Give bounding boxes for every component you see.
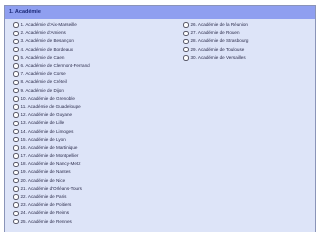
radio-button[interactable]	[13, 202, 19, 208]
radio-option[interactable]: 8. Académie de Créteil	[13, 78, 90, 86]
radio-button[interactable]	[13, 104, 19, 110]
radio-option[interactable]: 17. Académie de Montpellier	[13, 152, 90, 160]
radio-option[interactable]: 24. Académie de Reims	[13, 209, 90, 217]
options-column-right: 26. Académie de la Réunion 27. Académie d…	[183, 21, 248, 62]
radio-button[interactable]	[13, 63, 19, 69]
radio-option[interactable]: 23. Académie de Poitiers	[13, 201, 90, 209]
radio-option-label: 21. Académie d'Orléans-Tours	[20, 185, 82, 191]
radio-option-label: 10. Académie de Grenoble	[20, 95, 75, 101]
radio-option-label: 4. Académie de Bordeaux	[20, 46, 74, 52]
radio-option-label: 5. Académie de Caen	[20, 54, 65, 60]
radio-option-label: 11. Académie de Guadeloupe	[20, 103, 81, 109]
radio-option-label: 14. Académie de Limoges	[20, 128, 74, 134]
question-panel: 1. Académie 1. Académie d'Aix-Marseille 2…	[4, 5, 316, 232]
radio-button[interactable]	[183, 55, 189, 61]
radio-option[interactable]: 5. Académie de Caen	[13, 54, 90, 62]
radio-button[interactable]	[13, 79, 19, 86]
radio-button[interactable]	[13, 218, 19, 225]
radio-option-label: 15. Académie de Lyon	[20, 136, 66, 142]
radio-button[interactable]	[13, 177, 19, 184]
radio-option[interactable]: 19. Académie de Nantes	[13, 168, 90, 176]
options-area: 1. Académie d'Aix-Marseille 2. Académie d…	[5, 19, 315, 232]
radio-option[interactable]: 14. Académie de Limoges	[13, 127, 90, 135]
radio-option[interactable]: 28. Académie de Strasbourg	[183, 37, 248, 45]
radio-button[interactable]	[13, 87, 19, 94]
radio-button[interactable]	[13, 112, 19, 118]
radio-option[interactable]: 29. Académie de Toulouse	[183, 46, 248, 54]
radio-option-label: 25. Académie de Rennes	[20, 218, 72, 224]
radio-option-label: 18. Académie de Nancy-Metz	[20, 161, 81, 167]
radio-button[interactable]	[13, 186, 19, 192]
radio-option[interactable]: 15. Académie de Lyon	[13, 136, 90, 144]
question-title: 1. Académie	[5, 6, 315, 19]
radio-button[interactable]	[183, 46, 189, 53]
radio-option[interactable]: 9. Académie de Dijon	[13, 87, 90, 95]
radio-option-label: 12. Académie de Guyane	[20, 112, 73, 118]
radio-button[interactable]	[13, 194, 19, 200]
radio-option[interactable]: 18. Académie de Nancy-Metz	[13, 160, 90, 168]
radio-option-label: 8. Académie de Créteil	[20, 79, 67, 85]
radio-option-label: 6. Académie de Clermont-Ferrand	[20, 63, 90, 69]
radio-button[interactable]	[13, 71, 19, 77]
radio-option-label: 20. Académie de Nice	[20, 177, 66, 183]
radio-option-label: 16. Académie de Martinique	[20, 144, 78, 150]
radio-option[interactable]: 16. Académie de Martinique	[13, 144, 90, 152]
radio-option-label: 13. Académie de Lille	[20, 120, 65, 126]
radio-option-label: 17. Académie de Montpellier	[20, 153, 79, 159]
radio-option[interactable]: 4. Académie de Bordeaux	[13, 46, 90, 54]
radio-button[interactable]	[13, 136, 19, 143]
radio-option[interactable]: 12. Académie de Guyane	[13, 111, 90, 119]
radio-button[interactable]	[13, 55, 19, 61]
radio-option[interactable]: 6. Académie de Clermont-Ferrand	[13, 62, 90, 70]
radio-option-label: 24. Académie de Reims	[20, 210, 70, 216]
radio-option[interactable]: 13. Académie de Lille	[13, 119, 90, 127]
radio-option[interactable]: 20. Académie de Nice	[13, 177, 90, 185]
radio-option-label: 30. Académie de Versailles	[190, 54, 246, 60]
radio-option-label: 29. Académie de Toulouse	[190, 46, 245, 52]
radio-option[interactable]: 22. Académie de Paris	[13, 193, 90, 201]
radio-option[interactable]: 3. Académie de Besançon	[13, 37, 90, 45]
radio-button[interactable]	[13, 38, 19, 45]
radio-button[interactable]	[183, 22, 189, 28]
radio-option-label: 28. Académie de Strasbourg	[190, 38, 249, 44]
radio-button[interactable]	[13, 128, 19, 135]
radio-option[interactable]: 10. Académie de Grenoble	[13, 95, 90, 103]
radio-option-label: 26. Académie de la Réunion	[190, 22, 248, 28]
radio-option[interactable]: 11. Académie de Guadeloupe	[13, 103, 90, 111]
radio-option-label: 7. Académie de Corse	[20, 71, 66, 77]
radio-button[interactable]	[13, 210, 19, 217]
radio-option-label: 19. Académie de Nantes	[20, 169, 71, 175]
radio-button[interactable]	[13, 30, 19, 37]
radio-button[interactable]	[13, 145, 19, 151]
options-column-left: 1. Académie d'Aix-Marseille 2. Académie d…	[13, 21, 90, 226]
radio-option[interactable]: 1. Académie d'Aix-Marseille	[13, 21, 90, 29]
radio-option-label: 27. Académie de Rouen	[190, 30, 240, 36]
radio-option[interactable]: 2. Académie d'Amiens	[13, 29, 90, 37]
radio-button[interactable]	[13, 96, 19, 102]
radio-option[interactable]: 26. Académie de la Réunion	[183, 21, 248, 29]
radio-button[interactable]	[183, 38, 189, 45]
radio-button[interactable]	[13, 161, 19, 168]
radio-option-label: 22. Académie de Paris	[20, 194, 67, 200]
radio-option-label: 3. Académie de Besançon	[20, 38, 74, 44]
radio-button[interactable]	[13, 169, 19, 176]
radio-button[interactable]	[13, 22, 19, 28]
radio-button[interactable]	[13, 46, 19, 53]
radio-option-label: 9. Académie de Dijon	[20, 87, 64, 93]
radio-option-label: 23. Académie de Poitiers	[20, 202, 72, 208]
radio-option[interactable]: 21. Académie d'Orléans-Tours	[13, 185, 90, 193]
radio-option[interactable]: 7. Académie de Corse	[13, 70, 90, 78]
radio-option-label: 2. Académie d'Amiens	[20, 30, 66, 36]
radio-option[interactable]: 30. Académie de Versailles	[183, 54, 248, 62]
radio-option[interactable]: 25. Académie de Rennes	[13, 218, 90, 226]
radio-option-label: 1. Académie d'Aix-Marseille	[20, 22, 77, 28]
radio-button[interactable]	[13, 153, 19, 159]
radio-button[interactable]	[183, 30, 189, 37]
radio-button[interactable]	[13, 120, 19, 127]
radio-option[interactable]: 27. Académie de Rouen	[183, 29, 248, 37]
